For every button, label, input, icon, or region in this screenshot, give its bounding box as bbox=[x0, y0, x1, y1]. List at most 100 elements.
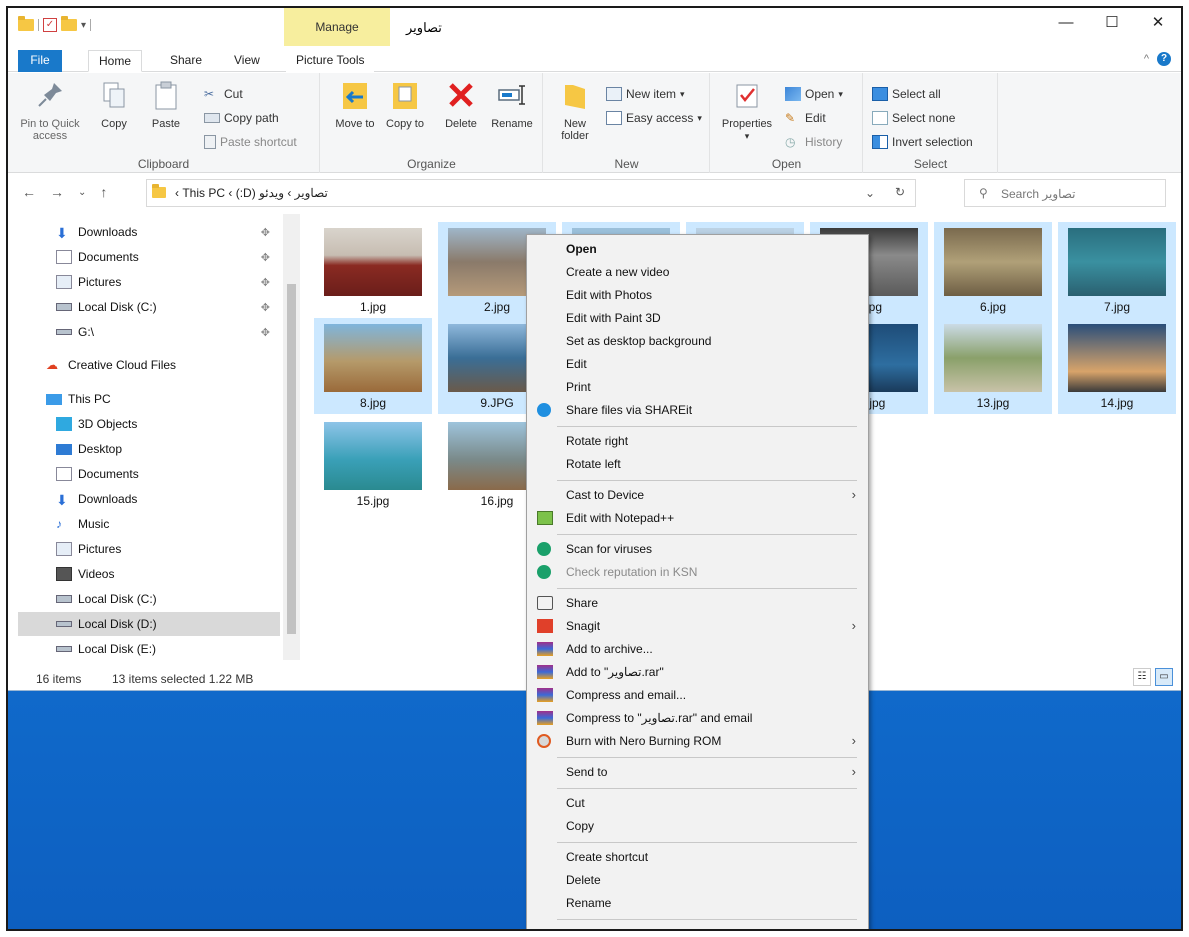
context-menu-item[interactable]: Edit with Notepad++ bbox=[527, 507, 868, 529]
forward-arrow-icon[interactable]: → bbox=[50, 184, 64, 200]
file-tile[interactable]: 6.jpg bbox=[934, 222, 1052, 318]
context-menu-item[interactable]: Add to "تصاویر.rar" bbox=[527, 661, 868, 683]
edit-button[interactable]: ✎ Edit bbox=[785, 111, 826, 125]
file-tile[interactable]: 14.jpg bbox=[1058, 318, 1176, 414]
refresh-icon[interactable]: ↻ bbox=[895, 185, 905, 199]
context-menu-item[interactable]: Add to archive... bbox=[527, 638, 868, 660]
nav-item[interactable]: Videos bbox=[18, 562, 280, 586]
scrollbar-thumb[interactable] bbox=[287, 284, 296, 634]
context-menu-item[interactable]: Set as desktop background bbox=[527, 330, 868, 352]
copy-button[interactable]: Copy bbox=[94, 79, 134, 130]
pin-icon[interactable]: ✥ bbox=[261, 301, 270, 314]
select-all-button[interactable]: Select all bbox=[872, 87, 941, 101]
pin-icon[interactable]: ✥ bbox=[261, 251, 270, 264]
nav-item[interactable]: Local Disk (C:) bbox=[18, 587, 280, 611]
history-button[interactable]: ◷ History bbox=[785, 135, 842, 149]
help-icon[interactable]: ? bbox=[1157, 52, 1171, 66]
maximize-icon[interactable]: ☐ bbox=[1089, 8, 1135, 40]
context-menu-item[interactable]: Compress and email... bbox=[527, 684, 868, 706]
file-tile[interactable]: 8.jpg bbox=[314, 318, 432, 414]
pin-icon[interactable]: ✥ bbox=[261, 276, 270, 289]
context-menu-item[interactable]: Copy bbox=[527, 815, 868, 837]
rename-button[interactable]: Rename bbox=[487, 79, 537, 130]
close-icon[interactable]: ✕ bbox=[1135, 8, 1181, 40]
context-menu-item[interactable]: Edit with Paint 3D bbox=[527, 307, 868, 329]
context-menu-item[interactable]: Burn with Nero Burning ROM › bbox=[527, 730, 868, 752]
recent-locations-icon[interactable]: ⌄ bbox=[78, 187, 86, 200]
address-dropdown-icon[interactable]: ⌄ bbox=[865, 186, 875, 200]
nav-item[interactable]: ⬇ Downloads bbox=[18, 487, 280, 511]
context-menu-item[interactable]: Cut bbox=[527, 792, 868, 814]
open-button[interactable]: Open ▾ bbox=[785, 87, 843, 101]
manage-tab[interactable]: Manage bbox=[284, 8, 390, 46]
customize-qat-icon[interactable]: ▾ bbox=[81, 20, 86, 31]
pin-to-quick-access-button[interactable]: Pin to Quick access bbox=[18, 79, 82, 142]
tab-home[interactable]: Home bbox=[88, 50, 143, 72]
move-to-button[interactable]: Move to bbox=[335, 79, 375, 130]
nav-item[interactable]: Local Disk (D:) bbox=[18, 612, 280, 636]
context-menu-item[interactable]: Snagit › bbox=[527, 615, 868, 637]
invert-selection-button[interactable]: Invert selection bbox=[872, 135, 973, 149]
context-menu-item[interactable]: Cast to Device › bbox=[527, 484, 868, 506]
nav-item[interactable]: Documents ✥ bbox=[18, 245, 280, 269]
nav-item[interactable]: G:\ ✥ bbox=[18, 320, 280, 344]
context-menu-item[interactable]: Rotate right bbox=[527, 430, 868, 452]
collapse-ribbon-icon[interactable]: ^ bbox=[1144, 53, 1149, 65]
context-menu-item[interactable]: Rename bbox=[527, 892, 868, 914]
tab-view[interactable]: View bbox=[224, 50, 270, 72]
new-folder-qat-icon[interactable] bbox=[61, 16, 77, 31]
file-tile[interactable]: 15.jpg bbox=[314, 416, 432, 512]
context-menu-item[interactable]: Create shortcut bbox=[527, 846, 868, 868]
copy-to-button[interactable]: Copy to bbox=[385, 79, 425, 130]
properties-qat-icon[interactable]: ✓ bbox=[43, 18, 57, 32]
context-menu-item[interactable]: Properties bbox=[527, 923, 868, 929]
file-tile[interactable]: 13.jpg bbox=[934, 318, 1052, 414]
file-tile[interactable]: 1.jpg bbox=[314, 222, 432, 318]
nav-item[interactable]: ♪ Music bbox=[18, 512, 280, 536]
context-menu-item[interactable]: Create a new video bbox=[527, 261, 868, 283]
tab-picture-tools[interactable]: Picture Tools bbox=[286, 50, 375, 72]
nav-item[interactable]: Local Disk (C:) ✥ bbox=[18, 295, 280, 319]
context-menu-item[interactable]: Print bbox=[527, 376, 868, 398]
delete-button[interactable]: Delete bbox=[439, 79, 483, 130]
select-none-button[interactable]: Select none bbox=[872, 111, 955, 125]
paste-button[interactable]: Paste bbox=[146, 79, 186, 130]
nav-item[interactable]: Pictures ✥ bbox=[18, 270, 280, 294]
copy-path-button[interactable]: Copy path bbox=[204, 111, 279, 125]
nav-item[interactable]: 3D Objects bbox=[18, 412, 280, 436]
context-menu-item[interactable]: Edit with Photos bbox=[527, 284, 868, 306]
context-menu-item[interactable]: Share files via SHAREit bbox=[527, 399, 868, 421]
tab-share[interactable]: Share bbox=[160, 50, 212, 72]
context-menu-item[interactable]: Delete bbox=[527, 869, 868, 891]
nav-item[interactable]: Local Disk (E:) bbox=[18, 637, 280, 661]
context-menu-item[interactable]: Share bbox=[527, 592, 868, 614]
context-menu-item[interactable]: Edit bbox=[527, 353, 868, 375]
nav-item[interactable]: Pictures bbox=[18, 537, 280, 561]
nav-item[interactable]: This PC bbox=[18, 387, 280, 411]
details-view-icon[interactable]: ☷ bbox=[1133, 668, 1151, 686]
cut-button[interactable]: ✂ Cut bbox=[204, 87, 243, 101]
search-box[interactable]: ⚲ Search تصاویر bbox=[964, 179, 1166, 207]
nav-scrollbar[interactable] bbox=[283, 214, 300, 660]
nav-item[interactable]: ☁ Creative Cloud Files bbox=[18, 353, 280, 377]
nav-item[interactable]: ⬇ Downloads ✥ bbox=[18, 220, 280, 244]
new-folder-button[interactable]: New folder bbox=[550, 79, 600, 142]
context-menu-item[interactable]: Compress to "تصاویر.rar" and email bbox=[527, 707, 868, 729]
pin-icon[interactable]: ✥ bbox=[261, 326, 270, 339]
minimize-icon[interactable]: — bbox=[1043, 8, 1089, 40]
tab-file[interactable]: File bbox=[18, 50, 62, 72]
pin-icon[interactable]: ✥ bbox=[261, 226, 270, 239]
address-bar[interactable]: تصاویر › ویدئو (D:) › This PC › ⌄ ↻ bbox=[146, 179, 916, 207]
context-menu-item[interactable]: Send to › bbox=[527, 761, 868, 783]
context-menu-item[interactable]: Open bbox=[527, 238, 868, 260]
properties-button[interactable]: Properties ▾ bbox=[715, 79, 779, 142]
new-item-button[interactable]: New item ▾ bbox=[606, 87, 685, 101]
large-icons-view-icon[interactable]: ▭ bbox=[1155, 668, 1173, 686]
paste-shortcut-button[interactable]: Paste shortcut bbox=[204, 135, 297, 149]
easy-access-button[interactable]: Easy access ▾ bbox=[606, 111, 702, 125]
back-arrow-icon[interactable]: ← bbox=[22, 184, 36, 200]
up-arrow-icon[interactable]: ↑ bbox=[100, 184, 107, 200]
nav-item[interactable]: Documents bbox=[18, 462, 280, 486]
context-menu-item[interactable]: Rotate left bbox=[527, 453, 868, 475]
nav-item[interactable]: Desktop bbox=[18, 437, 280, 461]
